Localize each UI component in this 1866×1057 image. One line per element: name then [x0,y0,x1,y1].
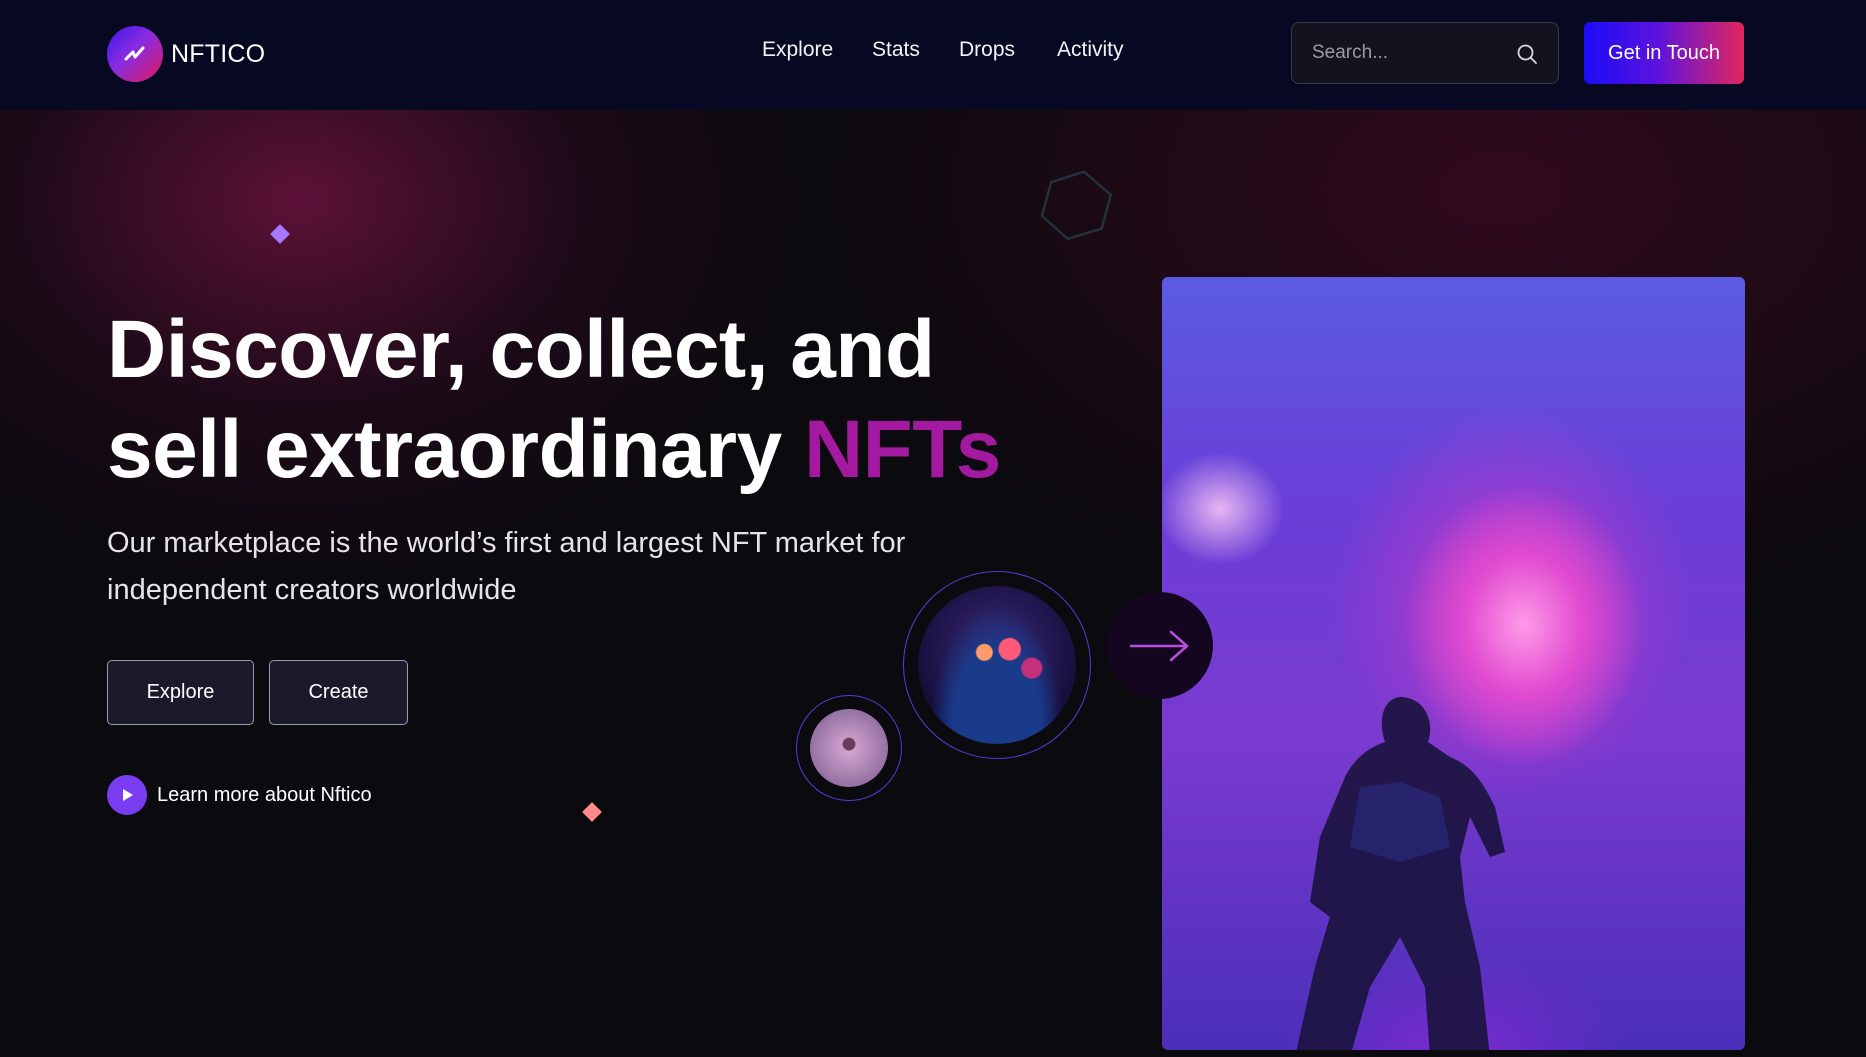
search-icon[interactable] [1516,43,1538,65]
headline-line-2: sell extraordinary [107,404,782,495]
get-in-touch-button[interactable]: Get in Touch [1584,22,1744,84]
nft-thumbnail-image [810,709,888,787]
diamond-decoration [270,224,290,244]
nav-item-stats[interactable]: Stats [872,38,920,62]
top-navbar: NFTICO Explore Stats Drops Activity Get … [0,0,1866,110]
brand-name: NFTICO [171,39,266,68]
artwork-figure [1296,697,1505,1050]
next-arrow-button[interactable] [1106,592,1213,699]
hero-subtitle: Our marketplace is the world’s first and… [107,527,906,606]
featured-nft-artwork[interactable] [1162,277,1745,1050]
hero-headline: Discover, collect, and sell extraordinar… [107,300,1007,500]
headline-accent: NFTs [803,404,1001,495]
headline-line-1: Discover, collect, and [107,304,935,395]
brand-logo[interactable]: NFTICO [107,26,265,82]
logo-icon [107,26,163,82]
create-button[interactable]: Create [269,660,408,725]
page: NFTICO Explore Stats Drops Activity Get … [0,0,1866,1057]
nft-thumbnail-small[interactable] [796,695,902,801]
hero-section: Discover, collect, and sell extraordinar… [0,110,1866,1057]
nav-item-drops[interactable]: Drops [959,38,1015,62]
nav-item-activity[interactable]: Activity [1057,38,1124,62]
learn-more-label: Learn more about Nftico [157,783,372,806]
nft-thumbnail-large[interactable] [903,571,1091,759]
diamond-decoration [582,802,602,822]
explore-button[interactable]: Explore [107,660,254,725]
search-input[interactable] [1292,42,1512,64]
nft-thumbnail-image [918,586,1076,744]
learn-more-link[interactable]: Learn more about Nftico [107,775,372,815]
arrow-right-icon [1129,630,1188,661]
hexagon-decoration [1040,170,1113,241]
nav-item-explore[interactable]: Explore [762,38,833,62]
search-box [1291,22,1559,84]
play-icon[interactable] [107,775,147,815]
